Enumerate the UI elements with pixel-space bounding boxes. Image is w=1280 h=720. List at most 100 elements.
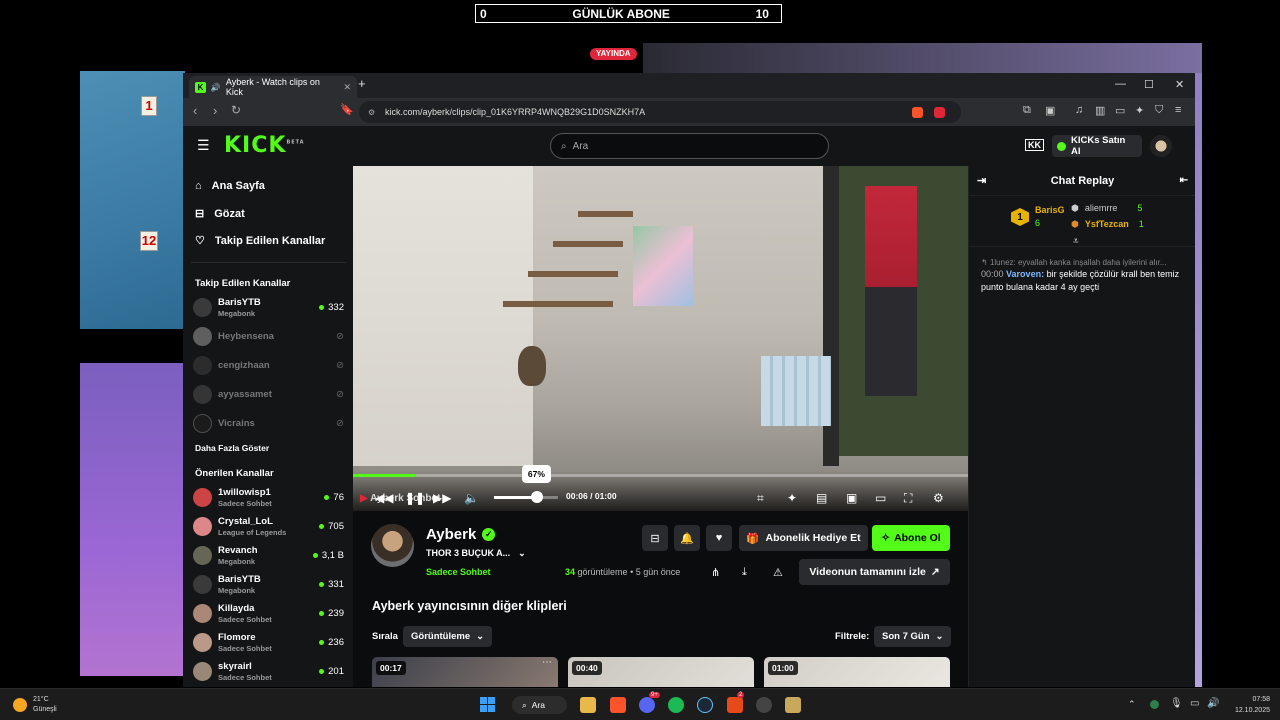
follow-button[interactable]: ♥	[706, 525, 732, 551]
sidebar-toggle-icon[interactable]: ▥	[1095, 104, 1105, 117]
obs-icon[interactable]	[756, 697, 772, 713]
speaker-icon[interactable]: 🔊	[1207, 698, 1219, 709]
weather-widget[interactable]: 21°C Güneşli	[33, 695, 57, 715]
followed-channel-ayyassamet[interactable]: ayyassamet ⊘	[193, 381, 348, 408]
leo-ai-icon[interactable]: ✦	[1135, 104, 1144, 117]
vpn-icon[interactable]: ⛉	[1155, 104, 1163, 117]
clip-crop-icon[interactable]: ⌗	[757, 491, 764, 506]
brave-rewards-icon[interactable]	[934, 106, 945, 118]
maximize-button[interactable]: ☐	[1144, 78, 1154, 91]
sort-dropdown[interactable]: Görüntüleme ⌄	[403, 626, 493, 647]
taskbar-search[interactable]: ⌕ Ara	[512, 696, 567, 714]
microphone-icon[interactable]: 🎙	[1170, 698, 1183, 709]
bookmark-icon[interactable]: 🔖	[340, 103, 354, 116]
kicks-wallet-icon[interactable]: KK	[1025, 139, 1044, 151]
nav-following[interactable]: ♡ Takip Edilen Kanallar	[195, 234, 325, 248]
video-scene-stair	[578, 211, 633, 217]
nav-browse[interactable]: ⊟ Gözat	[195, 207, 245, 221]
audio-icon[interactable]: 🔊	[211, 83, 221, 92]
clip-thumbnail[interactable]: 01:00	[764, 657, 950, 687]
volume-icon[interactable]: 🔈	[464, 491, 479, 505]
recommended-channel[interactable]: BarisYTB Megabonk 331	[193, 571, 348, 598]
recommended-channel[interactable]: Flomore Sadece Sohbet 236	[193, 629, 348, 656]
league-icon[interactable]	[785, 697, 801, 713]
site-info-icon[interactable]: ⚙	[368, 108, 375, 117]
brave-shield-icon[interactable]	[912, 106, 923, 118]
forward-icon[interactable]: ▶▶	[433, 491, 451, 505]
file-explorer-icon[interactable]	[580, 697, 596, 713]
screenshot-icon[interactable]: ▣	[1045, 104, 1055, 117]
user-avatar[interactable]	[1150, 135, 1172, 157]
nav-home[interactable]: ⌂ Ana Sayfa	[195, 180, 265, 192]
video-player[interactable]: ▶ Ayberk Sohbet ◀◀ ❚❚ ▶▶ 🔈 67% 00:06 / 0…	[353, 166, 968, 511]
pip-icon[interactable]: ▣	[846, 491, 857, 505]
filter-dropdown[interactable]: Son 7 Gün ⌄	[874, 626, 952, 647]
steam-icon[interactable]	[697, 697, 713, 713]
followed-channel-vicrains[interactable]: Vicrains ⊘	[193, 410, 348, 437]
sub-counter-right: 10	[755, 6, 769, 21]
reload-icon[interactable]: ↻	[231, 103, 241, 117]
subscribe-button[interactable]: ✧ Abone Ol	[872, 525, 950, 551]
wallet-icon[interactable]: ▭	[1115, 104, 1125, 117]
category-link[interactable]: Sadece Sohbet	[426, 567, 491, 577]
close-window-button[interactable]: ✕	[1175, 78, 1184, 91]
weather-sun-icon[interactable]	[13, 698, 27, 712]
recommended-channel[interactable]: Revanch Megabonk 3,1 B	[193, 542, 348, 569]
channel-avatar[interactable]	[371, 524, 414, 567]
app-icon[interactable]: 2	[727, 692, 745, 713]
chat-toggle-button[interactable]: ⊟	[642, 525, 668, 551]
share-icon[interactable]: ⋔	[711, 566, 720, 579]
pause-icon[interactable]: ❚❚	[405, 491, 425, 505]
channel-name[interactable]: Ayberk ✓	[426, 526, 496, 543]
followed-channel-cengizhaan[interactable]: cengizhaan ⊘	[193, 352, 348, 379]
buy-kicks-button[interactable]: KICKs Satın Al	[1052, 135, 1142, 157]
url-field[interactable]: ⚙ kick.com/ayberk/clips/clip_01K6YRRP4WN…	[359, 101, 961, 123]
gift-sub-button[interactable]: 🎁 Abonelik Hediye Et	[739, 525, 868, 551]
progress-bar[interactable]	[353, 474, 968, 477]
show-more-link[interactable]: Daha Fazla Göster	[195, 443, 269, 453]
kick-logo[interactable]: KICKBETA	[224, 133, 305, 158]
spotify-icon[interactable]	[668, 697, 684, 713]
music-icon[interactable]: ♫	[1075, 104, 1083, 116]
clock[interactable]: 07:58 12.10.2025	[1228, 694, 1270, 716]
fullscreen-icon[interactable]: ⛶	[904, 491, 912, 506]
tray-app-icon[interactable]	[1150, 700, 1159, 709]
collapse-chat-icon[interactable]: ⇥	[977, 174, 986, 187]
hamburger-menu-icon[interactable]: ☰	[197, 137, 210, 154]
back-icon[interactable]: ‹	[193, 103, 197, 118]
tab-kick[interactable]: K 🔊 Ayberk - Watch clips on Kick ✕	[189, 76, 357, 98]
minimize-button[interactable]: —	[1115, 78, 1126, 90]
sparkle-icon[interactable]: ✦	[787, 491, 797, 505]
brave-icon[interactable]	[610, 697, 626, 713]
recommended-channel[interactable]: 1willowisp1 Sadece Sohbet 76	[193, 484, 348, 511]
forward-icon[interactable]: ›	[213, 103, 217, 118]
recommended-channel[interactable]: Crystal_LoL League of Legends 705	[193, 513, 348, 540]
recommended-channel[interactable]: Killayda Sadece Sohbet 239	[193, 600, 348, 627]
heart-icon: ♥	[715, 532, 723, 544]
tray-chevron-icon[interactable]: ⌃	[1128, 699, 1136, 710]
settings-icon[interactable]: ⚙	[933, 491, 944, 505]
clip-thumbnail[interactable]: 00:40	[568, 657, 754, 687]
followed-channel-heybensena[interactable]: Heybensena ⊘	[193, 323, 348, 350]
notification-button[interactable]: 🔔	[674, 525, 700, 551]
clip-title[interactable]: THOR 3 BUÇUK A... ⌄	[426, 548, 526, 559]
display-icon[interactable]: ▭	[1190, 698, 1199, 709]
followed-channel-barisytb[interactable]: BarisYTB Megabonk 332	[193, 294, 348, 321]
new-tab-button[interactable]: +	[358, 76, 366, 91]
start-icon[interactable]	[480, 697, 495, 712]
tab-close-icon[interactable]: ✕	[343, 82, 351, 93]
popout-icon[interactable]: ⇤	[1180, 175, 1188, 186]
menu-icon[interactable]: ≡	[1175, 104, 1181, 116]
recommended-channel[interactable]: skyrairl Sadece Sohbet 201	[193, 658, 348, 685]
extensions-icon[interactable]: ⧉	[1023, 104, 1031, 117]
volume-handle[interactable]	[530, 491, 543, 503]
search-input[interactable]: ⌕ Ara	[550, 133, 829, 159]
download-icon[interactable]: ⤓	[742, 566, 747, 579]
watch-full-video-button[interactable]: Videonun tamamını izle ↗	[799, 559, 950, 585]
report-icon[interactable]: ⚠	[773, 566, 783, 579]
theater-icon[interactable]: ▭	[875, 491, 886, 505]
rewind-icon[interactable]: ◀◀	[375, 491, 393, 505]
clip-thumbnail[interactable]: 00:17 ⋯	[372, 657, 558, 687]
stats-icon[interactable]: ▤	[816, 491, 827, 505]
discord-icon[interactable]: 9+	[639, 692, 660, 713]
